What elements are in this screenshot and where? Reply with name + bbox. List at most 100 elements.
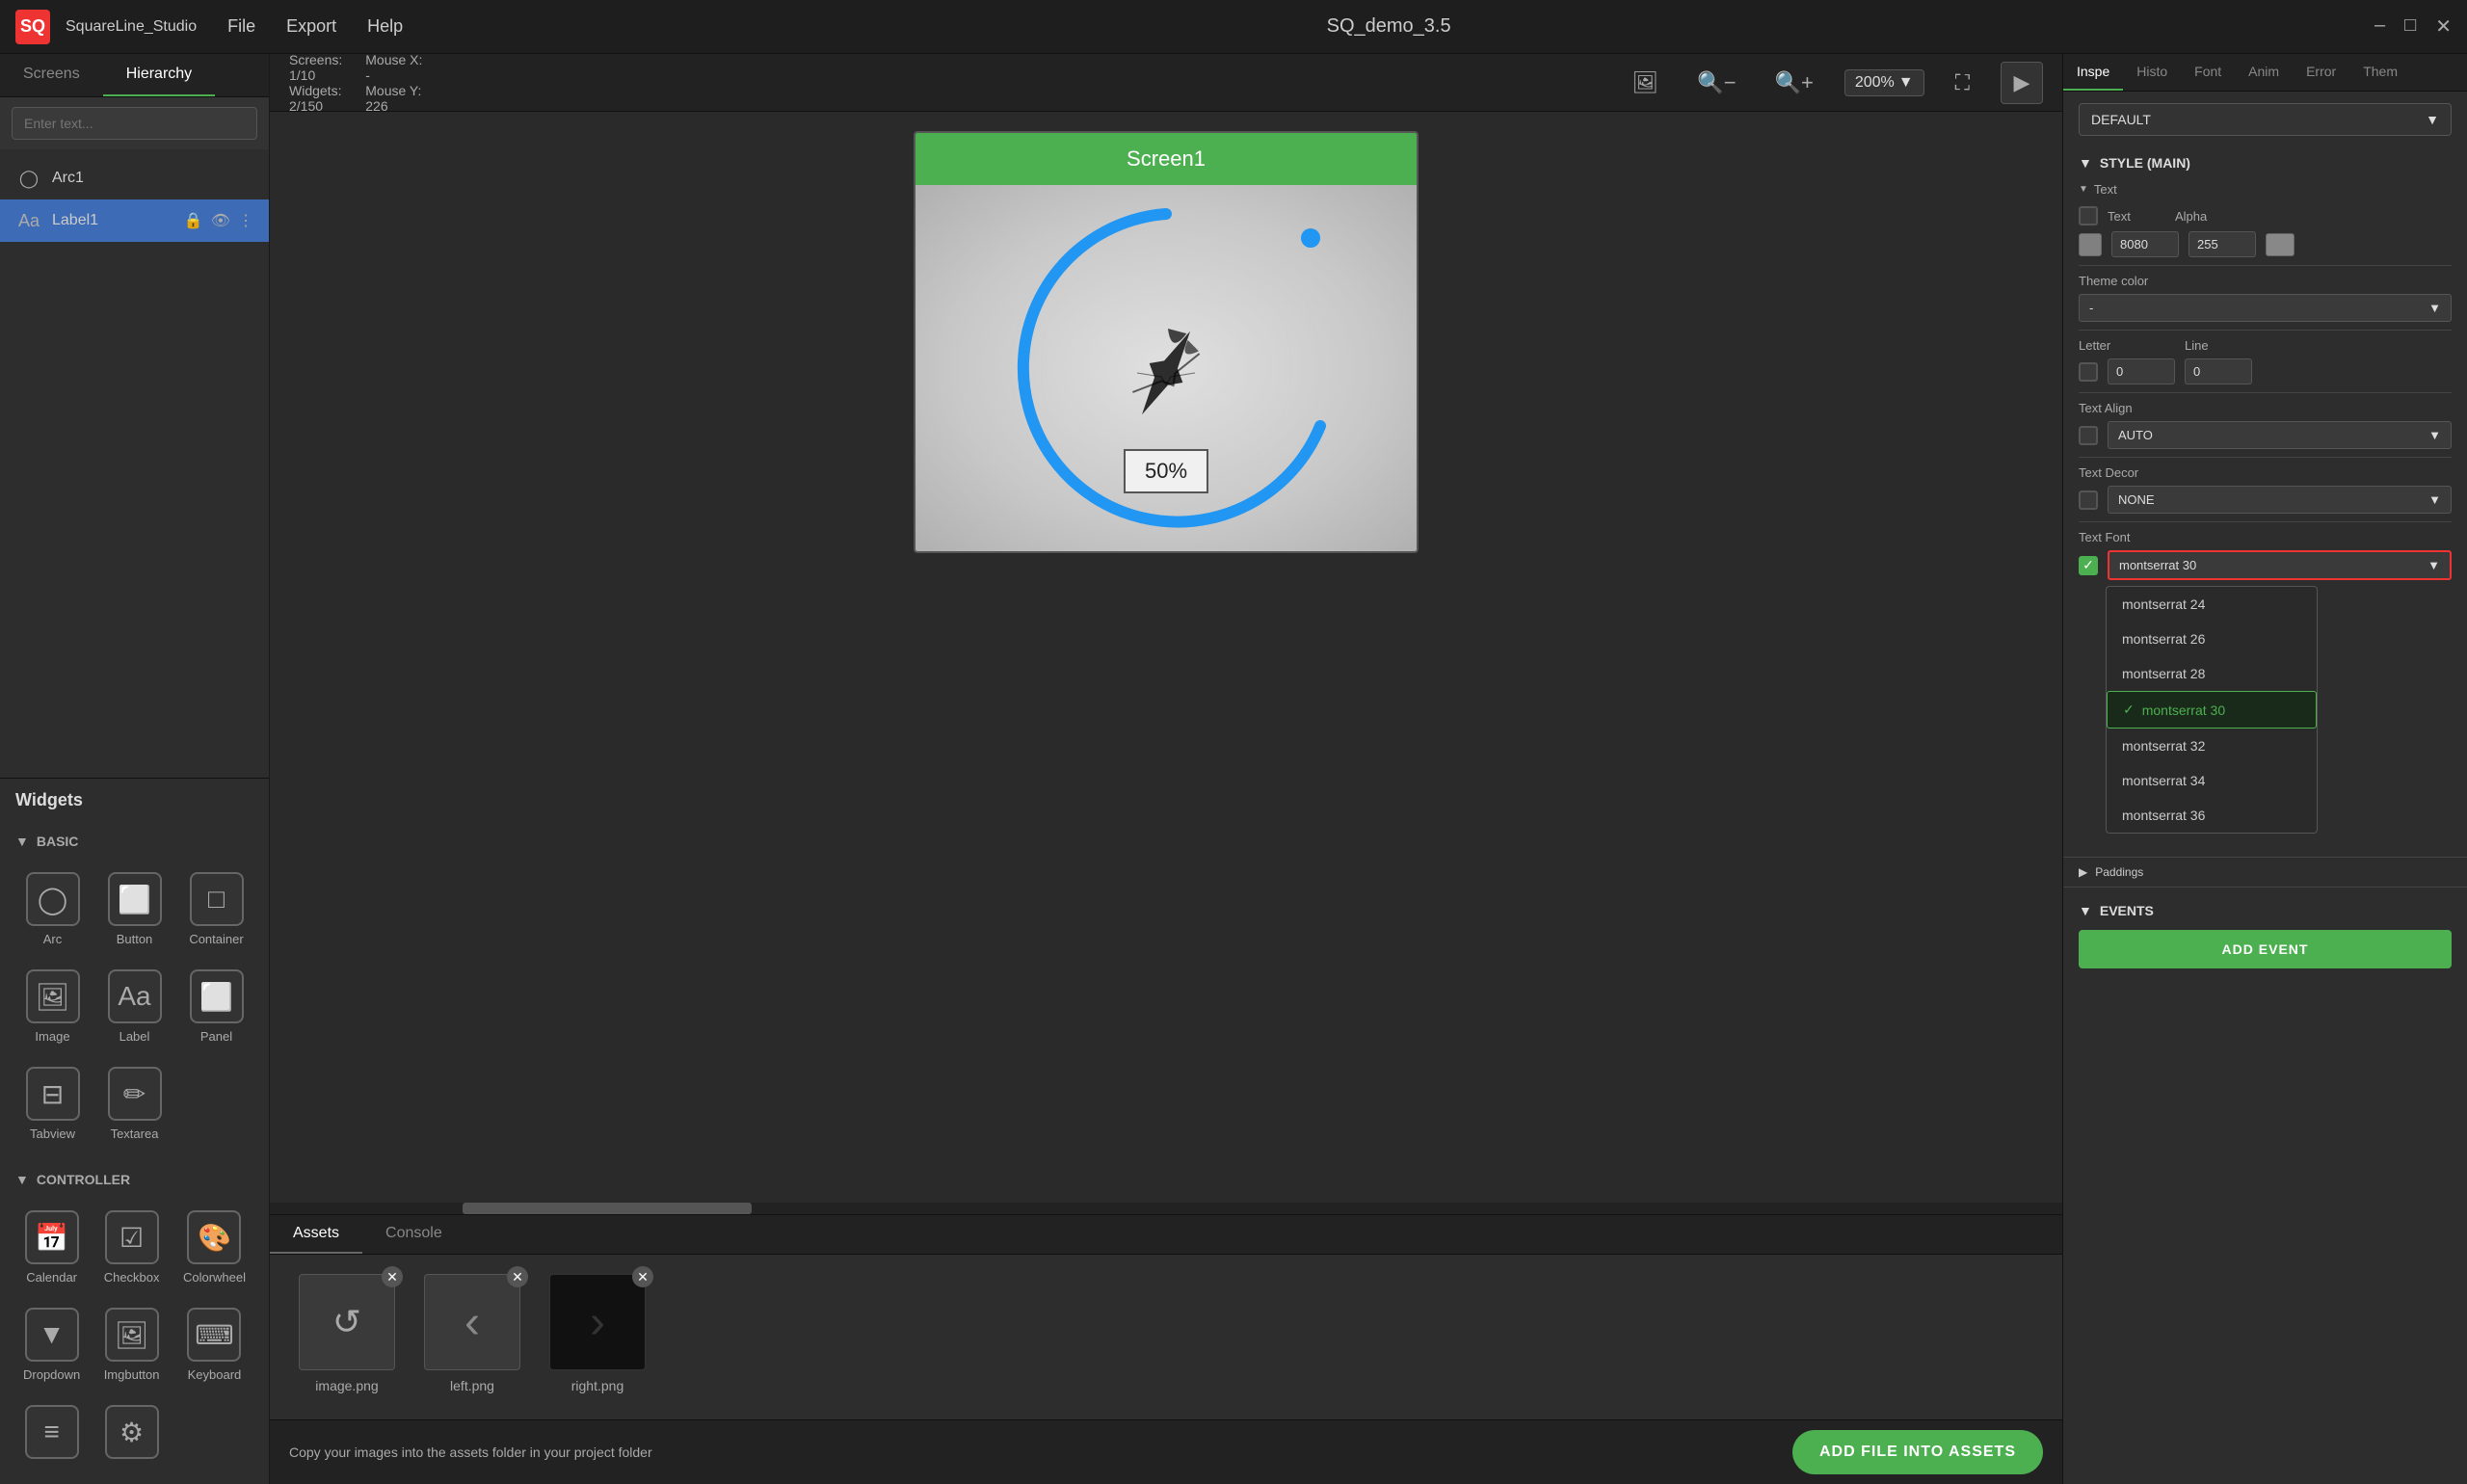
- tab-screens[interactable]: Screens: [0, 54, 103, 96]
- font-dropdown-button[interactable]: montserrat 30 ▼: [2108, 550, 2452, 580]
- more-icon[interactable]: ⋮: [238, 211, 253, 230]
- letter-checkbox[interactable]: [2079, 362, 2098, 382]
- widget-label[interactable]: Aa Label: [97, 962, 172, 1051]
- basic-group-header[interactable]: ▼ BASIC: [0, 826, 269, 857]
- font-option-32[interactable]: montserrat 32: [2107, 729, 2317, 763]
- menu-help[interactable]: Help: [367, 16, 403, 37]
- image-icon-button[interactable]: 🖼: [1624, 66, 1666, 99]
- asset-close-left[interactable]: ✕: [507, 1266, 528, 1287]
- widget-misc1[interactable]: ≡: [15, 1397, 88, 1472]
- add-event-button[interactable]: ADD EVENT: [2079, 930, 2452, 968]
- tab-inspect[interactable]: Inspe: [2063, 54, 2123, 91]
- decor-dropdown[interactable]: NONE ▼: [2108, 486, 2452, 514]
- text-value-input[interactable]: 8080: [2111, 231, 2179, 257]
- close-button[interactable]: ✕: [2435, 14, 2452, 39]
- tab-history[interactable]: Histo: [2123, 54, 2181, 91]
- paddings-section[interactable]: ▶ Paddings: [2063, 857, 2467, 887]
- line-value-input[interactable]: 0: [2185, 358, 2252, 384]
- font-option-36[interactable]: montserrat 36: [2107, 798, 2317, 833]
- alpha-label: Alpha: [2175, 209, 2233, 224]
- font-option-24[interactable]: montserrat 24: [2107, 587, 2317, 622]
- search-input[interactable]: [12, 107, 257, 140]
- font-option-30[interactable]: ✓ montserrat 30: [2107, 691, 2317, 729]
- widget-keyboard[interactable]: ⌨ Keyboard: [175, 1300, 253, 1390]
- tab-assets[interactable]: Assets: [270, 1215, 362, 1254]
- zoom-control[interactable]: 200% ▼: [1844, 69, 1924, 96]
- horizontal-scrollbar[interactable]: [270, 1203, 2062, 1214]
- lock-icon[interactable]: 🔒: [184, 211, 203, 230]
- hierarchy-item-label1[interactable]: Aa Label1 🔒 👁 ⋮: [0, 199, 269, 242]
- zoom-out-button[interactable]: 🔍−: [1689, 66, 1743, 99]
- center-panel: Screens: 1/10 Widgets: 2/150 Mouse X: - …: [270, 54, 2062, 1484]
- maximize-button[interactable]: □: [2404, 14, 2416, 39]
- zoom-in-button[interactable]: 🔍+: [1767, 66, 1821, 99]
- text-section-header[interactable]: ▼ Text: [2079, 178, 2452, 200]
- widget-container[interactable]: □ Container: [179, 864, 253, 954]
- color-picker-swatch[interactable]: [2266, 233, 2295, 256]
- asset-close-right[interactable]: ✕: [632, 1266, 653, 1287]
- font-dropdown-row: ✓ montserrat 30 ▼: [2079, 550, 2452, 580]
- widget-tabview[interactable]: ⊟ Tabview: [15, 1059, 90, 1149]
- align-value: AUTO: [2118, 428, 2153, 442]
- minimize-button[interactable]: –: [2374, 14, 2385, 39]
- style-main-header[interactable]: ▼ STYLE (MAIN): [2063, 147, 2467, 178]
- scrollbar-thumb[interactable]: [463, 1203, 752, 1214]
- window-title: SQ_demo_3.5: [403, 15, 2374, 38]
- letter-value-input[interactable]: 0: [2108, 358, 2175, 384]
- tab-font[interactable]: Font: [2181, 54, 2235, 91]
- widget-imgbutton[interactable]: 🖼 Imgbutton: [95, 1300, 168, 1390]
- add-file-button[interactable]: ADD FILE INTO ASSETS: [1792, 1430, 2043, 1474]
- text-color-swatch[interactable]: [2079, 233, 2102, 256]
- text-checkbox[interactable]: [2079, 206, 2098, 225]
- tab-error[interactable]: Error: [2293, 54, 2349, 91]
- widget-panel[interactable]: ⬜ Panel: [179, 962, 253, 1051]
- menu-file[interactable]: File: [227, 16, 255, 37]
- widget-arc[interactable]: ◯ Arc: [15, 864, 90, 954]
- container-widget-icon: □: [190, 872, 244, 926]
- label-widget-icon: Aa: [108, 969, 162, 1023]
- widget-textarea[interactable]: ✏ Textarea: [97, 1059, 172, 1149]
- assets-content: ✕ ↺ image.png ✕ ‹ left.png ✕ › right.png: [270, 1255, 2062, 1419]
- widget-misc2[interactable]: ⚙: [95, 1397, 168, 1472]
- play-button[interactable]: ▶: [2001, 62, 2043, 104]
- imgbutton-widget-label: Imgbutton: [104, 1367, 160, 1382]
- align-dropdown[interactable]: AUTO ▼: [2108, 421, 2452, 449]
- events-label: EVENTS: [2100, 903, 2154, 918]
- align-checkbox[interactable]: [2079, 426, 2098, 445]
- panel-widget-icon: ⬜: [190, 969, 244, 1023]
- right-panel-tabs: Inspe Histo Font Anim Error Them: [2063, 54, 2467, 92]
- widget-image[interactable]: 🖼 Image: [15, 962, 90, 1051]
- zoom-value: 200%: [1855, 74, 1895, 92]
- label-value: 50%: [1145, 459, 1187, 483]
- theme-dropdown[interactable]: - ▼: [2079, 294, 2452, 322]
- hierarchy-item-arc1[interactable]: ◯ Arc1: [0, 157, 269, 199]
- theme-dropdown-icon: ▼: [2428, 301, 2441, 315]
- fullscreen-button[interactable]: ⛶: [1948, 66, 1977, 99]
- font-option-28[interactable]: montserrat 28: [2107, 656, 2317, 691]
- bottom-panel: Assets Console ✕ ↺ image.png ✕ ‹ left.pn…: [270, 1214, 2062, 1484]
- tab-console[interactable]: Console: [362, 1215, 465, 1254]
- arc-svg: [915, 185, 1417, 551]
- tab-them[interactable]: Them: [2349, 54, 2411, 91]
- eye-icon[interactable]: 👁: [211, 211, 230, 230]
- menu-export[interactable]: Export: [286, 16, 336, 37]
- style-main-label: STYLE (MAIN): [2100, 155, 2190, 171]
- alpha-value-input[interactable]: 255: [2188, 231, 2256, 257]
- mouse-y-label: Mouse Y: 226: [365, 83, 422, 114]
- controller-group-header[interactable]: ▼ CONTROLLER: [0, 1164, 269, 1195]
- widget-button[interactable]: ⬜ Button: [97, 864, 172, 954]
- tab-hierarchy[interactable]: Hierarchy: [103, 54, 215, 96]
- widget-calendar[interactable]: 📅 Calendar: [15, 1203, 88, 1292]
- style-dropdown[interactable]: DEFAULT ▼: [2079, 103, 2452, 136]
- widget-checkbox[interactable]: ☑ Checkbox: [95, 1203, 168, 1292]
- widget-dropdown[interactable]: ▼ Dropdown: [15, 1300, 88, 1390]
- screen-canvas[interactable]: 50%: [915, 185, 1417, 551]
- font-checkbox[interactable]: ✓: [2079, 556, 2098, 575]
- font-option-34[interactable]: montserrat 34: [2107, 763, 2317, 798]
- font-check-icon: ✓: [2123, 702, 2135, 718]
- tab-anim[interactable]: Anim: [2235, 54, 2293, 91]
- widget-colorwheel[interactable]: 🎨 Colorwheel: [175, 1203, 253, 1292]
- decor-checkbox[interactable]: [2079, 490, 2098, 510]
- asset-close-image[interactable]: ✕: [382, 1266, 403, 1287]
- font-option-26[interactable]: montserrat 26: [2107, 622, 2317, 656]
